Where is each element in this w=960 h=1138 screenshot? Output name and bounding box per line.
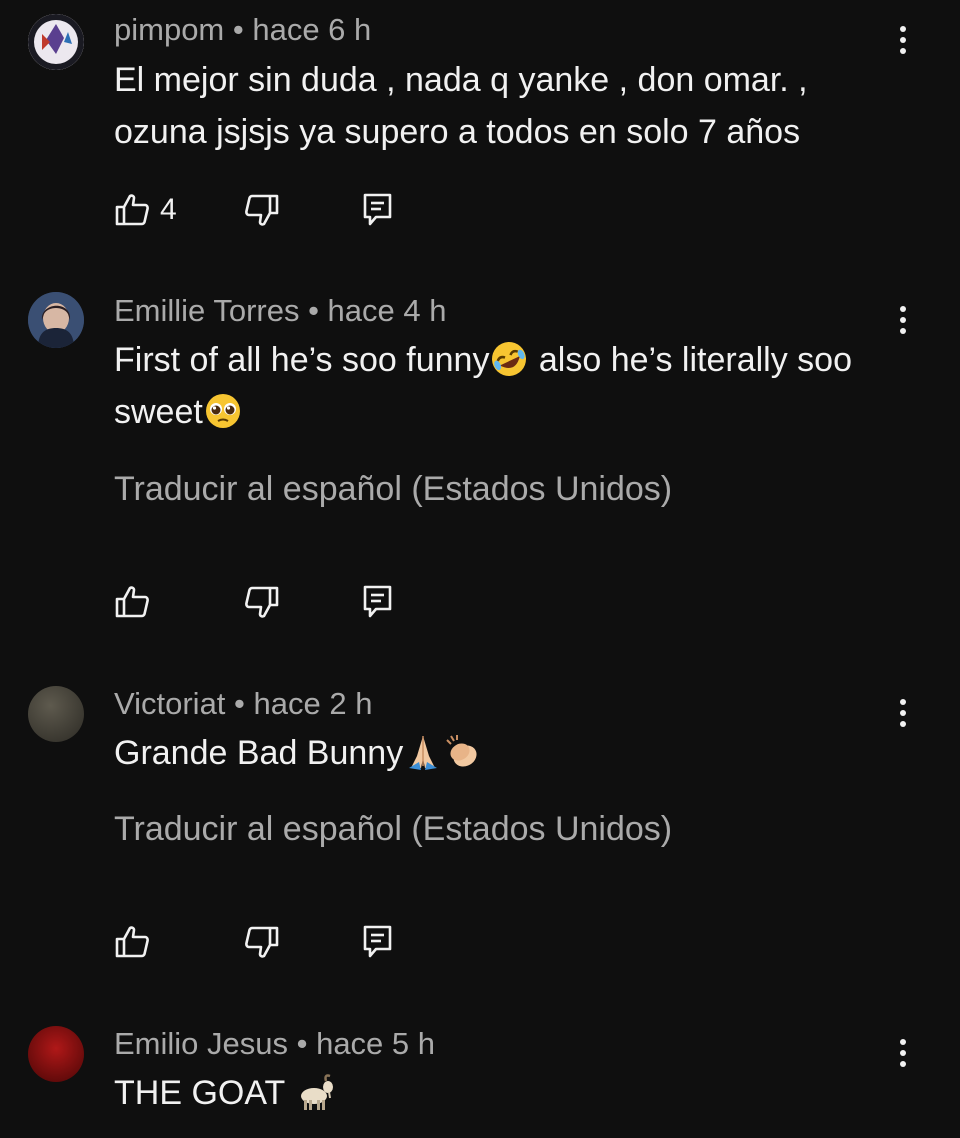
comment-actions bbox=[114, 584, 414, 620]
thumbs-down-icon bbox=[244, 924, 280, 960]
thumbs-up-icon bbox=[114, 192, 150, 228]
comment-text-main: Grande Bad Bunny bbox=[114, 734, 404, 772]
dislike-button[interactable] bbox=[244, 192, 280, 228]
profile-photo bbox=[28, 292, 84, 348]
avatar[interactable] bbox=[28, 686, 84, 742]
comment-meta[interactable]: Victoriat • hace 2 h bbox=[114, 686, 372, 722]
pleading-face-emoji bbox=[205, 394, 240, 429]
reply-button[interactable] bbox=[360, 584, 396, 620]
avatar[interactable] bbox=[28, 292, 84, 348]
like-button[interactable]: 4 bbox=[114, 192, 177, 228]
avatar[interactable] bbox=[28, 14, 84, 70]
reply-icon bbox=[360, 192, 396, 228]
comment-text: First of all he’s soo funny also he’s li… bbox=[114, 334, 904, 438]
comment-text: THE GOAT bbox=[114, 1067, 904, 1119]
thumbs-down-icon bbox=[244, 584, 280, 620]
translate-link[interactable]: Traducir al español (Estados Unidos) bbox=[114, 470, 672, 509]
like-button[interactable] bbox=[114, 924, 150, 960]
comment-meta[interactable]: Emillie Torres • hace 4 h bbox=[114, 293, 446, 329]
folded-hands-emoji bbox=[409, 736, 438, 771]
rolling-laughing-emoji bbox=[492, 342, 527, 377]
more-vertical-icon[interactable] bbox=[888, 300, 918, 340]
comment-text-main: THE GOAT bbox=[114, 1074, 295, 1112]
comment-text-part1: First of all he’s soo funny bbox=[114, 341, 490, 379]
reply-button[interactable] bbox=[360, 192, 396, 228]
avatar[interactable] bbox=[28, 1026, 84, 1082]
goat-emoji bbox=[301, 1074, 334, 1111]
translate-link[interactable]: Traducir al español (Estados Unidos) bbox=[114, 810, 672, 849]
dislike-button[interactable] bbox=[244, 924, 280, 960]
more-vertical-icon[interactable] bbox=[888, 20, 918, 60]
reply-icon bbox=[360, 924, 396, 960]
comment-text: Grande Bad Bunny bbox=[114, 727, 904, 779]
like-count: 4 bbox=[160, 193, 177, 226]
comment-actions bbox=[114, 924, 414, 960]
ball-avatar-image bbox=[28, 14, 84, 70]
thumbs-down-icon bbox=[244, 192, 280, 228]
like-button[interactable] bbox=[114, 584, 150, 620]
comment-meta[interactable]: Emilio Jesus • hace 5 h bbox=[114, 1026, 435, 1062]
reply-button[interactable] bbox=[360, 924, 396, 960]
thumbs-up-icon bbox=[114, 924, 150, 960]
more-vertical-icon[interactable] bbox=[888, 1033, 918, 1073]
reply-icon bbox=[360, 584, 396, 620]
more-vertical-icon[interactable] bbox=[888, 693, 918, 733]
comment-actions: 4 bbox=[114, 192, 414, 228]
comment-meta[interactable]: pimpom • hace 6 h bbox=[114, 12, 371, 48]
clapping-hands-emoji bbox=[446, 735, 477, 767]
comment-text: El mejor sin duda , nada q yanke , don o… bbox=[114, 61, 808, 151]
thumbs-up-icon bbox=[114, 584, 150, 620]
dislike-button[interactable] bbox=[244, 584, 280, 620]
